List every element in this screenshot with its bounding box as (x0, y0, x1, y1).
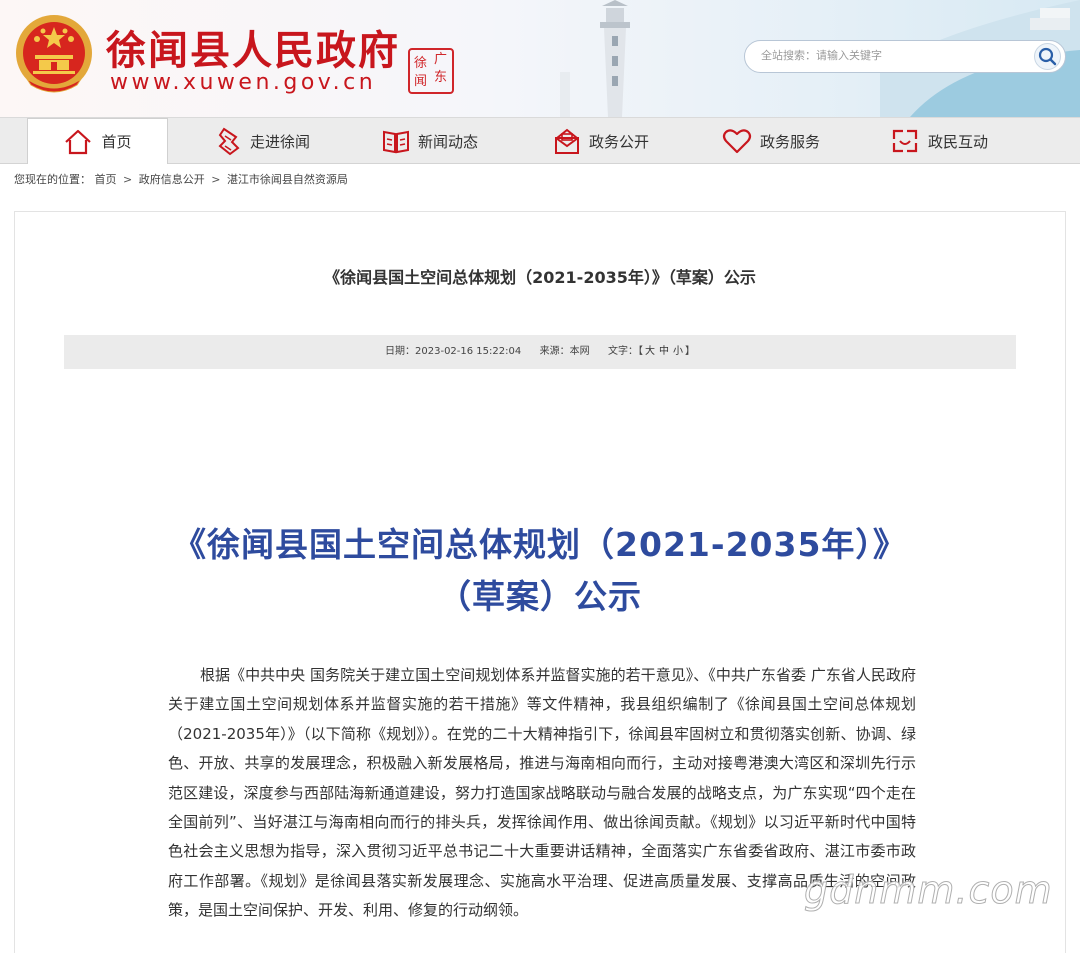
nav-item-gov-info[interactable]: 政务公开 (553, 118, 649, 164)
site-url: www.xuwen.gov.cn (110, 70, 377, 95)
article-meta-bar: 日期：2023-02-16 15:22:04 来源：本网 文字：【大中小】 (64, 335, 1016, 369)
scroll-icon (218, 127, 240, 156)
nav-item-label: 新闻动态 (418, 132, 479, 151)
nav-item-interaction[interactable]: 政民互动 (890, 118, 988, 164)
font-size-medium-button[interactable]: 中 (659, 346, 669, 357)
headline-line-2: （草案）公示 (438, 577, 642, 616)
breadcrumb-separator: > (123, 173, 133, 186)
font-size-large-button[interactable]: 大 (645, 346, 655, 357)
search-icon (1038, 47, 1057, 66)
nav-item-label: 首页 (101, 133, 132, 151)
breadcrumb-link-home[interactable]: 首页 (95, 173, 117, 186)
search-input[interactable] (761, 49, 1011, 62)
source-value: 本网 (569, 346, 590, 357)
book-icon (383, 130, 409, 154)
seal-char: 徐 (414, 56, 428, 71)
nav-item-home[interactable]: 首页 (27, 118, 168, 164)
nav-item-label: 政民互动 (928, 132, 989, 151)
breadcrumb: 您现在的位置： 首页 > 政府信息公开 > 湛江市徐闻县自然资源局 (14, 171, 348, 187)
bracket-close: 】 (684, 346, 695, 357)
breadcrumb-link-bureau[interactable]: 湛江市徐闻县自然资源局 (227, 173, 348, 186)
nav-item-label: 政务服务 (760, 132, 821, 151)
chat-icon (892, 129, 918, 153)
site-name: 徐闻县人民政府 (106, 28, 400, 74)
lighthouse-illustration (560, 0, 630, 117)
publish-date: 2023-02-16 15:22:04 (415, 346, 522, 357)
nav-item-news[interactable]: 新闻动态 (382, 118, 478, 164)
bracket-open: 【 (637, 346, 643, 357)
search-button[interactable] (1034, 43, 1061, 70)
nav-item-label: 走进徐闻 (250, 132, 311, 151)
heart-icon (722, 129, 752, 154)
date-label: 日期： (385, 346, 416, 357)
font-size-small-button[interactable]: 小 (673, 346, 683, 357)
seal-char: 闻 (414, 74, 428, 89)
search-box (744, 40, 1066, 73)
article-title: 《徐闻县国土空间总体规划（2021-2035年）》（草案）公示 (324, 268, 756, 287)
national-emblem-icon (16, 15, 92, 93)
seal-char: 东 (434, 70, 448, 85)
nav-item-services[interactable]: 政务服务 (722, 118, 820, 164)
breadcrumb-separator: > (211, 173, 221, 186)
source-label: 来源： (539, 346, 570, 357)
mail-icon (555, 128, 579, 154)
nav-item-about[interactable]: 走进徐闻 (216, 118, 310, 164)
seal-stamp: 徐 广 闻 东 (408, 48, 454, 94)
breadcrumb-prefix: 您现在的位置： (14, 173, 91, 186)
main-nav: 首页 走进徐闻 新闻动态 政务公开 政务服务 政民互动 (0, 117, 1080, 164)
nav-item-label: 政务公开 (589, 132, 650, 151)
site-header: 徐闻县人民政府 www.xuwen.gov.cn 徐 广 闻 东 (0, 0, 1080, 117)
home-icon (65, 129, 92, 154)
font-size-label: 文字： (607, 346, 638, 357)
breadcrumb-link-gov-info[interactable]: 政府信息公开 (139, 173, 205, 186)
seal-char: 广 (434, 52, 448, 67)
headline-line-1: 《徐闻县国土空间总体规划（2021-2035年）》 (173, 525, 907, 564)
watermark: gdnmm.com (804, 868, 1053, 913)
